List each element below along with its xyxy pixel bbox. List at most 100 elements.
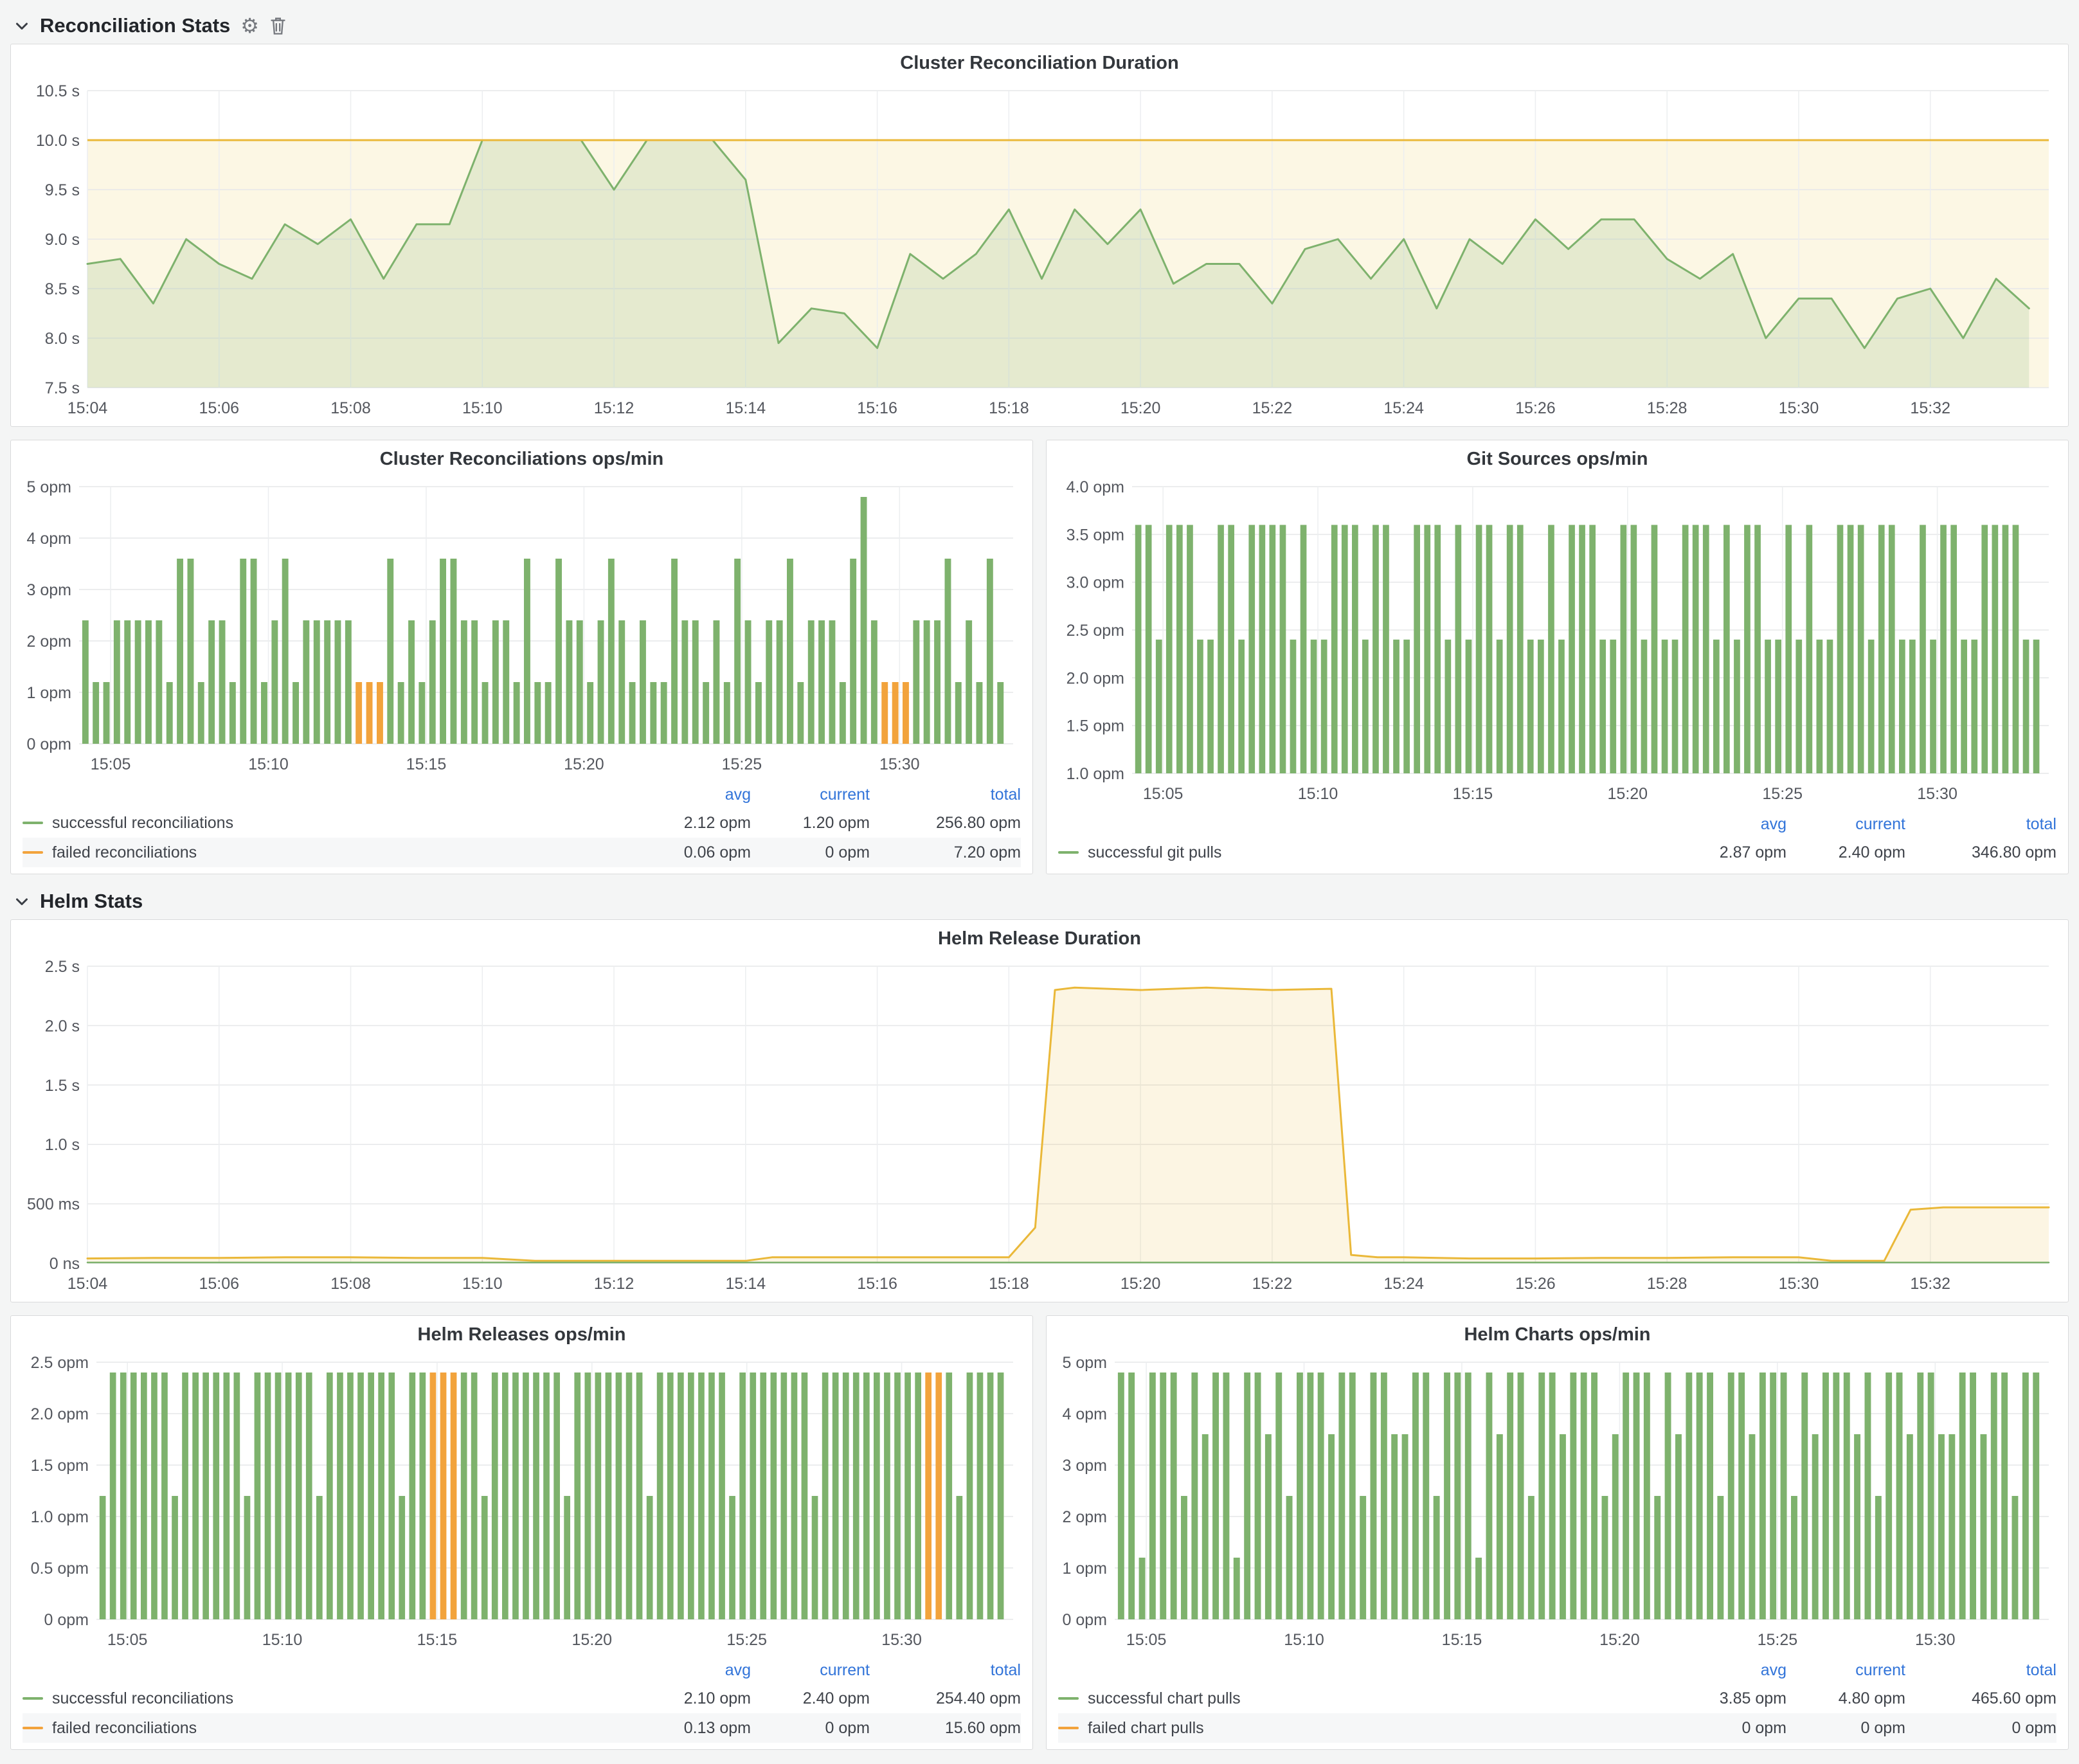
svg-text:2.0 opm: 2.0 opm — [1066, 669, 1124, 687]
legend-header-current[interactable]: current — [1787, 815, 1905, 834]
svg-text:15:08: 15:08 — [330, 399, 371, 417]
svg-text:15:18: 15:18 — [989, 399, 1029, 417]
panel-title[interactable]: Git Sources ops/min — [1054, 440, 2060, 478]
series-label[interactable]: successful chart pulls — [1088, 1689, 1241, 1708]
svg-text:15:10: 15:10 — [1284, 1631, 1324, 1649]
legend-header-row: avg current total — [1058, 1657, 2056, 1684]
svg-text:9.0 s: 9.0 s — [45, 231, 80, 249]
svg-text:1.0 opm: 1.0 opm — [1066, 765, 1124, 783]
svg-text:9.5 s: 9.5 s — [45, 181, 80, 199]
legend-current-value: 2.40 opm — [751, 1689, 870, 1708]
svg-text:2.0 s: 2.0 s — [45, 1017, 80, 1035]
svg-text:0.5 opm: 0.5 opm — [31, 1560, 89, 1578]
panel-cluster-reconciliation-duration: Cluster Reconciliation Duration 7.5 s8.0… — [10, 44, 2069, 427]
svg-text:2 opm: 2 opm — [1063, 1508, 1107, 1526]
svg-text:7.5 s: 7.5 s — [45, 379, 80, 397]
chevron-down-icon[interactable] — [14, 18, 30, 33]
svg-text:2.5 opm: 2.5 opm — [1066, 622, 1124, 640]
legend-header-avg[interactable]: avg — [632, 786, 751, 804]
svg-text:5 opm: 5 opm — [1063, 1354, 1107, 1372]
svg-text:15:10: 15:10 — [248, 755, 289, 773]
chart-git-sources-opm[interactable]: 1.0 opm1.5 opm2.0 opm2.5 opm3.0 opm3.5 o… — [1054, 478, 2060, 807]
series-label[interactable]: failed reconciliations — [52, 843, 197, 862]
svg-text:15:28: 15:28 — [1647, 1275, 1688, 1293]
svg-text:1 opm: 1 opm — [27, 684, 71, 702]
svg-text:15:14: 15:14 — [726, 1275, 766, 1293]
chart-helm-charts-opm[interactable]: 0 opm1 opm2 opm3 opm4 opm5 opm15:0515:10… — [1054, 1353, 2060, 1653]
chart-helm-release-duration[interactable]: 0 ns500 ms1.0 s1.5 s2.0 s2.5 s15:0415:06… — [19, 957, 2060, 1297]
legend-header-avg[interactable]: avg — [1668, 1661, 1787, 1680]
svg-text:15:30: 15:30 — [879, 755, 920, 773]
svg-text:15:25: 15:25 — [1758, 1631, 1798, 1649]
legend-total-value: 465.60 opm — [1905, 1689, 2056, 1708]
legend-header-current[interactable]: current — [751, 786, 870, 804]
section-title[interactable]: Reconciliation Stats — [40, 14, 230, 37]
series-label[interactable]: successful reconciliations — [52, 814, 233, 833]
series-label[interactable]: successful git pulls — [1088, 843, 1221, 862]
panel-row-1: Cluster Reconciliations ops/min 0 opm 1 o… — [10, 440, 2069, 874]
legend-header-avg[interactable]: avg — [632, 1661, 751, 1680]
section-header-reconciliation-stats: Reconciliation Stats ⚙ — [10, 8, 2069, 44]
legend: avg current total successful git pulls 2… — [1054, 807, 2060, 869]
legend-header-total[interactable]: total — [870, 1661, 1021, 1680]
series-label[interactable]: successful reconciliations — [52, 1689, 233, 1708]
legend: avg current total successful reconciliat… — [19, 1653, 1025, 1744]
svg-text:15:28: 15:28 — [1647, 399, 1688, 417]
chart-cluster-reconciliation-duration[interactable]: 7.5 s8.0 s8.5 s9.0 s9.5 s10.0 s10.5 s15:… — [19, 82, 2060, 421]
svg-text:3.5 opm: 3.5 opm — [1066, 526, 1124, 544]
svg-text:15:04: 15:04 — [68, 399, 108, 417]
svg-text:15:25: 15:25 — [726, 1631, 767, 1649]
legend-avg-value: 2.10 opm — [632, 1689, 751, 1708]
panel-title[interactable]: Helm Charts ops/min — [1054, 1316, 2060, 1353]
legend-current-value: 4.80 opm — [1787, 1689, 1905, 1708]
panel-title[interactable]: Cluster Reconciliations ops/min — [19, 440, 1025, 478]
legend-avg-value: 3.85 opm — [1668, 1689, 1787, 1708]
legend-header-avg[interactable]: avg — [1668, 815, 1787, 834]
legend-total-value: 7.20 opm — [870, 843, 1021, 862]
svg-text:15:16: 15:16 — [857, 1275, 897, 1293]
legend: avg current total successful reconciliat… — [19, 777, 1025, 869]
legend-header-total[interactable]: total — [1905, 815, 2056, 834]
series-color-icon — [1058, 1697, 1079, 1700]
series-label[interactable]: failed chart pulls — [1088, 1719, 1204, 1738]
svg-text:10.5 s: 10.5 s — [36, 82, 80, 100]
svg-text:4.0 opm: 4.0 opm — [1066, 478, 1124, 496]
legend-total-value: 256.80 opm — [870, 814, 1021, 833]
svg-text:15:06: 15:06 — [199, 1275, 239, 1293]
svg-text:15:32: 15:32 — [1910, 1275, 1950, 1293]
panel-helm-charts-opm: Helm Charts ops/min 0 opm1 opm2 opm3 opm… — [1046, 1315, 2069, 1750]
svg-text:0 opm: 0 opm — [27, 735, 71, 753]
legend-header-current[interactable]: current — [1787, 1661, 1905, 1680]
legend: avg current total successful chart pulls… — [1054, 1653, 2060, 1744]
chevron-down-icon[interactable] — [14, 894, 30, 909]
svg-text:15:05: 15:05 — [1126, 1631, 1167, 1649]
chart-cluster-reconciliations-opm[interactable]: 0 opm1 opm2 opm3 opm4 opm5 opm15:0515:10… — [19, 478, 1025, 777]
svg-text:15:10: 15:10 — [462, 1275, 503, 1293]
legend-header-total[interactable]: total — [870, 786, 1021, 804]
legend-header-total[interactable]: total — [1905, 1661, 2056, 1680]
svg-text:10.0 s: 10.0 s — [36, 132, 80, 150]
legend-avg-value: 0 opm — [1668, 1719, 1787, 1738]
svg-text:15:15: 15:15 — [417, 1631, 458, 1649]
gear-icon[interactable]: ⚙ — [240, 15, 259, 36]
svg-text:2.0 opm: 2.0 opm — [31, 1405, 89, 1423]
chart-helm-releases-opm[interactable]: 0 opm0.5 opm1.0 opm1.5 opm2.0 opm2.5 opm… — [19, 1353, 1025, 1653]
trash-icon[interactable] — [269, 16, 287, 35]
svg-text:500 ms: 500 ms — [27, 1196, 80, 1214]
svg-text:15:05: 15:05 — [91, 755, 131, 773]
legend-total-value: 254.40 opm — [870, 1689, 1021, 1708]
series-color-icon — [22, 1697, 43, 1700]
legend-current-value: 0 opm — [1787, 1719, 1905, 1738]
panel-title[interactable]: Cluster Reconciliation Duration — [19, 44, 2060, 82]
panel-title[interactable]: Helm Releases ops/min — [19, 1316, 1025, 1353]
svg-text:15:20: 15:20 — [1599, 1631, 1640, 1649]
panel-title[interactable]: Helm Release Duration — [19, 920, 2060, 957]
legend-current-value: 2.40 opm — [1787, 843, 1905, 862]
series-label[interactable]: failed reconciliations — [52, 1719, 197, 1738]
svg-text:15:30: 15:30 — [1915, 1631, 1956, 1649]
legend-header-current[interactable]: current — [751, 1661, 870, 1680]
legend-header-row: avg current total — [22, 1657, 1021, 1684]
section-title[interactable]: Helm Stats — [40, 890, 143, 913]
section-header-helm-stats: Helm Stats — [10, 883, 2069, 919]
series-color-icon — [22, 822, 43, 824]
